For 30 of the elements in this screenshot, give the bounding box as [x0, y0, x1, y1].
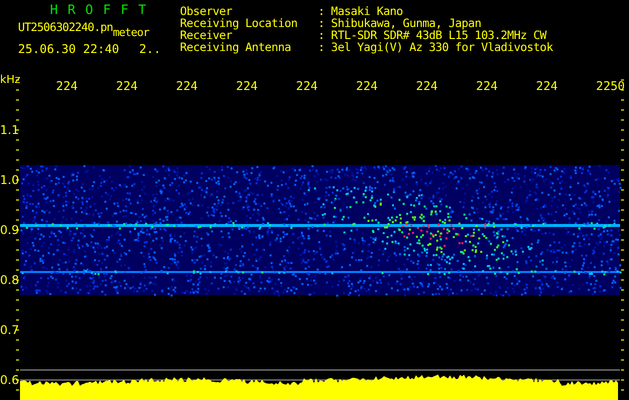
y-axis-label: 0.9 — [0, 223, 20, 237]
x-axis-label: 224 — [236, 79, 258, 93]
axis-unit: kHz — [0, 73, 20, 86]
info-label: Observer — [180, 5, 234, 17]
x-axis-label: 224 — [476, 79, 498, 93]
y-axis-label: 0.6 — [0, 373, 20, 387]
event-tag: meteor — [112, 24, 149, 41]
x-axis-label: 224 — [356, 79, 378, 93]
y-axis-label: 1.1 — [0, 123, 20, 137]
x-axis-label: 2250 — [596, 79, 625, 93]
y-axis-label: 1.0 — [0, 173, 20, 187]
x-axis-label: 224 — [416, 79, 438, 93]
count-text: 2.. — [139, 41, 161, 58]
x-axis-label: 224 — [536, 79, 558, 93]
x-axis-label: 224 — [296, 79, 318, 93]
info-value: : 3el Yagi(V) Az 330 for Vladivostok — [318, 41, 553, 53]
info-value: : RTL-SDR SDR# 43dB L15 103.2MHz CW — [318, 29, 548, 41]
date-time: 25.06.30 22:40 — [18, 41, 120, 58]
app-title: H R O F F T — [49, 2, 148, 19]
x-axis-label: 224 — [116, 79, 138, 93]
file-name: UT2506302240.pn — [18, 19, 113, 36]
info-value: : Shibukawa, Gunma, Japan — [318, 17, 482, 29]
info-label: Receiver — [180, 29, 232, 41]
x-axis-label: 224 — [56, 79, 78, 93]
y-axis-label: 0.7 — [0, 323, 20, 337]
info-label: Receiving Antenna — [180, 41, 292, 53]
x-axis-label: 224 — [176, 79, 198, 93]
info-label: Receiving Location — [180, 17, 298, 29]
y-axis-label: 0.8 — [0, 273, 20, 287]
info-value: : Masaki Kano — [318, 5, 404, 17]
